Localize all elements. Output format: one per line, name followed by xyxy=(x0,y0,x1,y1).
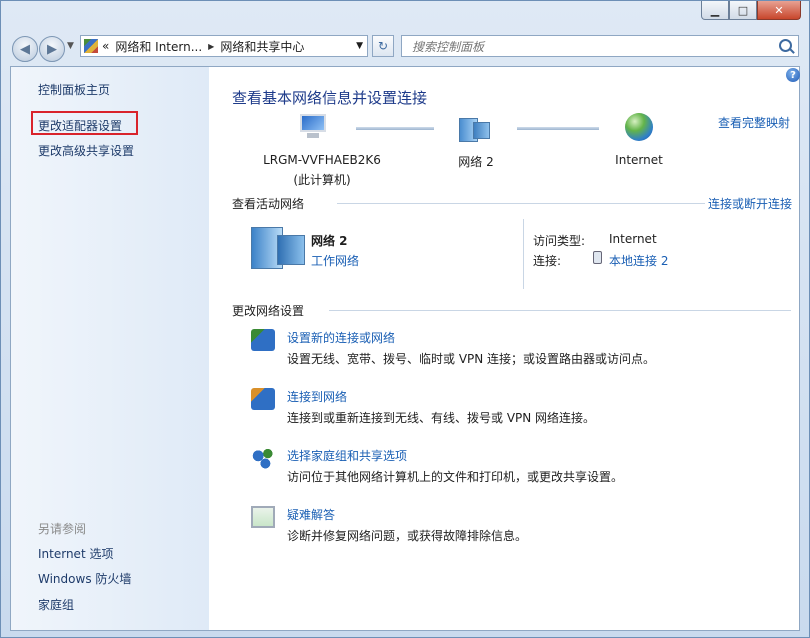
sidebar-link-advanced-sharing[interactable]: 更改高级共享设置 xyxy=(38,142,134,159)
page-title: 查看基本网络信息并设置连接 xyxy=(232,89,428,107)
active-network-icon xyxy=(251,227,307,269)
troubleshoot-icon xyxy=(251,506,275,528)
map-network-name: 网络 2 xyxy=(458,155,494,169)
close-button[interactable]: ✕ xyxy=(757,1,801,20)
refresh-icon: ↻ xyxy=(377,39,389,53)
internet-globe-icon xyxy=(625,113,653,141)
see-also-windows-firewall[interactable]: Windows 防火墙 xyxy=(38,570,131,587)
access-type-label: 访问类型: xyxy=(533,234,586,248)
breadcrumb-overflow[interactable]: « xyxy=(102,39,109,53)
map-computer-name: LRGM-VVFHAEB2K6 xyxy=(263,153,381,167)
window: ▁ □ ✕ ◀ ▶ ▼ « 网络和 Intern... ▶ 网络和共享中心 ▼ … xyxy=(0,0,810,638)
recent-pages-dropdown-icon[interactable]: ▼ xyxy=(67,41,74,51)
task-connect-network[interactable]: 连接到网络 xyxy=(287,388,347,405)
connect-disconnect-link[interactable]: 连接或断开连接 xyxy=(708,195,792,212)
see-also-homegroup[interactable]: 家庭组 xyxy=(38,596,74,613)
change-settings-header: 更改网络设置 xyxy=(232,304,305,318)
divider xyxy=(329,310,791,311)
ethernet-icon xyxy=(593,251,602,264)
maximize-button[interactable]: □ xyxy=(729,1,757,20)
homegroup-icon xyxy=(251,447,275,469)
connection-line xyxy=(517,127,599,130)
local-connection-link[interactable]: 本地连接 2 xyxy=(609,252,668,269)
task-desc: 连接到或重新连接到无线、有线、拨号或 VPN 网络连接。 xyxy=(287,411,596,425)
breadcrumb-sharing-center[interactable]: 网络和共享中心 xyxy=(220,38,304,55)
computer-icon xyxy=(298,114,328,140)
divider xyxy=(523,219,524,289)
address-dropdown-icon[interactable]: ▼ xyxy=(356,41,363,51)
task-desc: 诊断并修复网络问题，或获得故障排除信息。 xyxy=(287,529,528,543)
task-setup-connection[interactable]: 设置新的连接或网络 xyxy=(287,329,395,346)
task-desc: 设置无线、宽带、拨号、临时或 VPN 连接；或设置路由器或访问点。 xyxy=(287,352,656,366)
control-panel-icon xyxy=(84,39,98,53)
task-troubleshoot[interactable]: 疑难解答 xyxy=(287,506,335,523)
forward-button[interactable]: ▶ xyxy=(39,36,65,62)
network-type-link[interactable]: 工作网络 xyxy=(311,252,359,269)
forward-arrow-icon: ▶ xyxy=(47,41,57,57)
search-icon[interactable] xyxy=(779,39,792,52)
see-also-label: 另请参阅 xyxy=(38,522,87,536)
sidebar: 控制面板主页 更改适配器设置 更改高级共享设置 另请参阅 Internet 选项… xyxy=(11,67,209,630)
breadcrumb-chevron-icon[interactable]: ▶ xyxy=(208,42,214,51)
address-bar[interactable]: « 网络和 Intern... ▶ 网络和共享中心 ▼ xyxy=(80,35,368,57)
full-map-link[interactable]: 查看完整映射 xyxy=(718,114,790,131)
active-network-name: 网络 2 xyxy=(311,234,348,248)
active-networks-header: 查看活动网络 xyxy=(232,197,305,211)
task-desc: 访问位于其他网络计算机上的文件和打印机，或更改共享设置。 xyxy=(287,470,624,484)
connect-network-icon xyxy=(251,388,275,410)
divider xyxy=(337,203,705,204)
back-button[interactable]: ◀ xyxy=(12,36,38,62)
sidebar-home-link[interactable]: 控制面板主页 xyxy=(38,81,110,98)
search-box[interactable] xyxy=(401,35,799,57)
connection-line xyxy=(356,127,434,130)
search-input[interactable] xyxy=(410,37,774,57)
see-also-internet-options[interactable]: Internet 选项 xyxy=(38,545,113,562)
refresh-button[interactable]: ↻ xyxy=(372,35,394,57)
caption-buttons: ▁ □ ✕ xyxy=(701,1,801,20)
task-homegroup-sharing[interactable]: 选择家庭组和共享选项 xyxy=(287,447,407,464)
help-icon[interactable]: ? xyxy=(786,68,800,82)
access-type-value: Internet xyxy=(609,232,657,246)
breadcrumb-network-internet[interactable]: 网络和 Intern... xyxy=(115,38,202,55)
connections-label: 连接: xyxy=(533,254,562,268)
map-computer-sub: (此计算机) xyxy=(293,173,351,187)
new-connection-icon xyxy=(251,329,275,351)
network-icon xyxy=(459,116,490,142)
back-arrow-icon: ◀ xyxy=(20,41,30,57)
minimize-button[interactable]: ▁ xyxy=(701,1,729,20)
map-internet-label: Internet xyxy=(615,153,663,167)
sidebar-link-adapter-settings[interactable]: 更改适配器设置 xyxy=(38,117,122,134)
content-area: 控制面板主页 更改适配器设置 更改高级共享设置 另请参阅 Internet 选项… xyxy=(10,66,800,631)
